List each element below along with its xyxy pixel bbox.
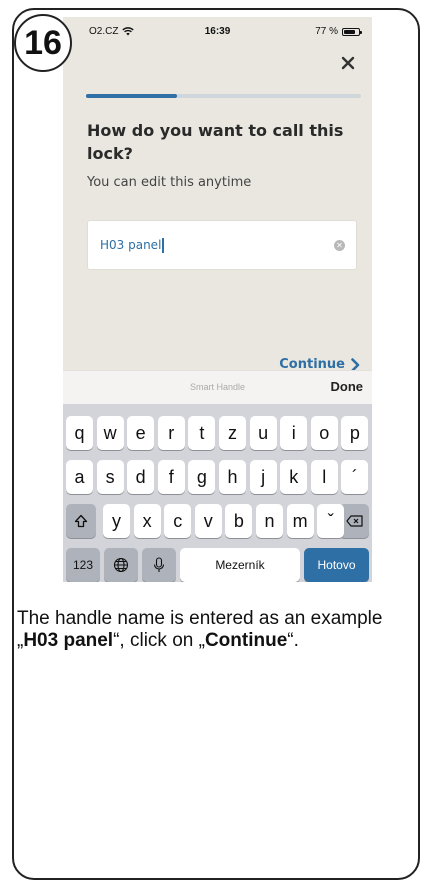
progress-fill [86,94,177,98]
caption-button-name: Continue [204,630,288,651]
key-row3-3[interactable]: v [194,504,222,538]
page-subtitle: You can edit this anytime [87,175,252,190]
globe-icon [113,557,129,573]
key-row2-6[interactable]: j [249,460,277,494]
instruction-caption: The handle name is entered as an example… [17,608,383,651]
key-row1-7[interactable]: i [280,416,308,450]
shift-icon [74,514,88,528]
key-row3-4[interactable]: b [225,504,253,538]
keyboard-done-button[interactable]: Done [331,379,364,394]
key-row1-1[interactable]: w [96,416,124,450]
key-row2-0[interactable]: a [66,460,93,494]
key-row1-3[interactable]: r [157,416,185,450]
microphone-icon [153,557,165,572]
lock-name-input[interactable]: H03 panel ✕ [87,220,357,270]
dictation-key[interactable] [142,548,176,582]
key-row3-0[interactable]: y [103,504,130,538]
key-row1-6[interactable]: u [249,416,277,450]
battery-icon [342,27,362,36]
clear-text-icon[interactable]: ✕ [334,240,345,251]
key-row3-7[interactable]: ˇ [317,504,345,538]
key-row2-3[interactable]: f [157,460,185,494]
shift-key[interactable] [66,504,96,538]
battery-percent: 77 % [315,26,338,37]
key-row1-0[interactable]: q [66,416,93,450]
keyboard-suggestion[interactable]: Smart Handle [63,382,372,392]
key-row1-4[interactable]: t [188,416,216,450]
keyboard-accessory-bar: Smart Handle Done [63,370,372,404]
close-button[interactable] [336,51,360,75]
key-row2-8[interactable]: l [310,460,338,494]
caption-example-name: H03 panel [23,630,114,651]
battery-level [344,29,355,34]
on-screen-keyboard: qwertzuiop a s d f g h j k l ´ yxcvbnmˇ 123 [63,404,372,582]
key-row1-8[interactable]: o [310,416,338,450]
numbers-key[interactable]: 123 [66,548,100,582]
keyboard-row-1: qwertzuiop [63,416,372,450]
globe-key[interactable] [104,548,138,582]
key-row2-1[interactable]: s [96,460,124,494]
keyboard-row-3: yxcvbnmˇ [63,504,372,538]
key-row2-4[interactable]: g [188,460,216,494]
close-icon [341,56,355,70]
lock-name-value: H03 panel [100,238,162,252]
key-row2-7[interactable]: k [280,460,308,494]
text-cursor [162,237,164,253]
status-bar: O2.CZ 16:39 77 % [63,17,372,43]
key-row2-9[interactable]: ´ [341,460,369,494]
key-row3-1[interactable]: x [133,504,161,538]
keyboard-row-4: 123 Mezerník Hotovo [63,548,372,582]
key-row2-5[interactable]: h [219,460,246,494]
key-row2-2[interactable]: d [127,460,155,494]
key-row1-2[interactable]: e [127,416,155,450]
key-row3-6[interactable]: m [286,504,314,538]
progress-bar [86,94,361,98]
keyboard-row-2: a s d f g h j k l ´ [63,460,372,494]
key-row3-2[interactable]: c [164,504,192,538]
page-title: How do you want to call this lock? [87,121,344,163]
space-key[interactable]: Mezerník [180,548,300,582]
return-key[interactable]: Hotovo [304,548,369,582]
key-row3-5[interactable]: n [256,504,283,538]
backspace-icon [345,515,363,527]
key-row1-9[interactable]: p [341,416,369,450]
phone-screenshot: O2.CZ 16:39 77 % How do you want to call… [63,17,372,582]
step-number-badge: 16 [14,14,72,72]
key-row1-5[interactable]: z [219,416,246,450]
